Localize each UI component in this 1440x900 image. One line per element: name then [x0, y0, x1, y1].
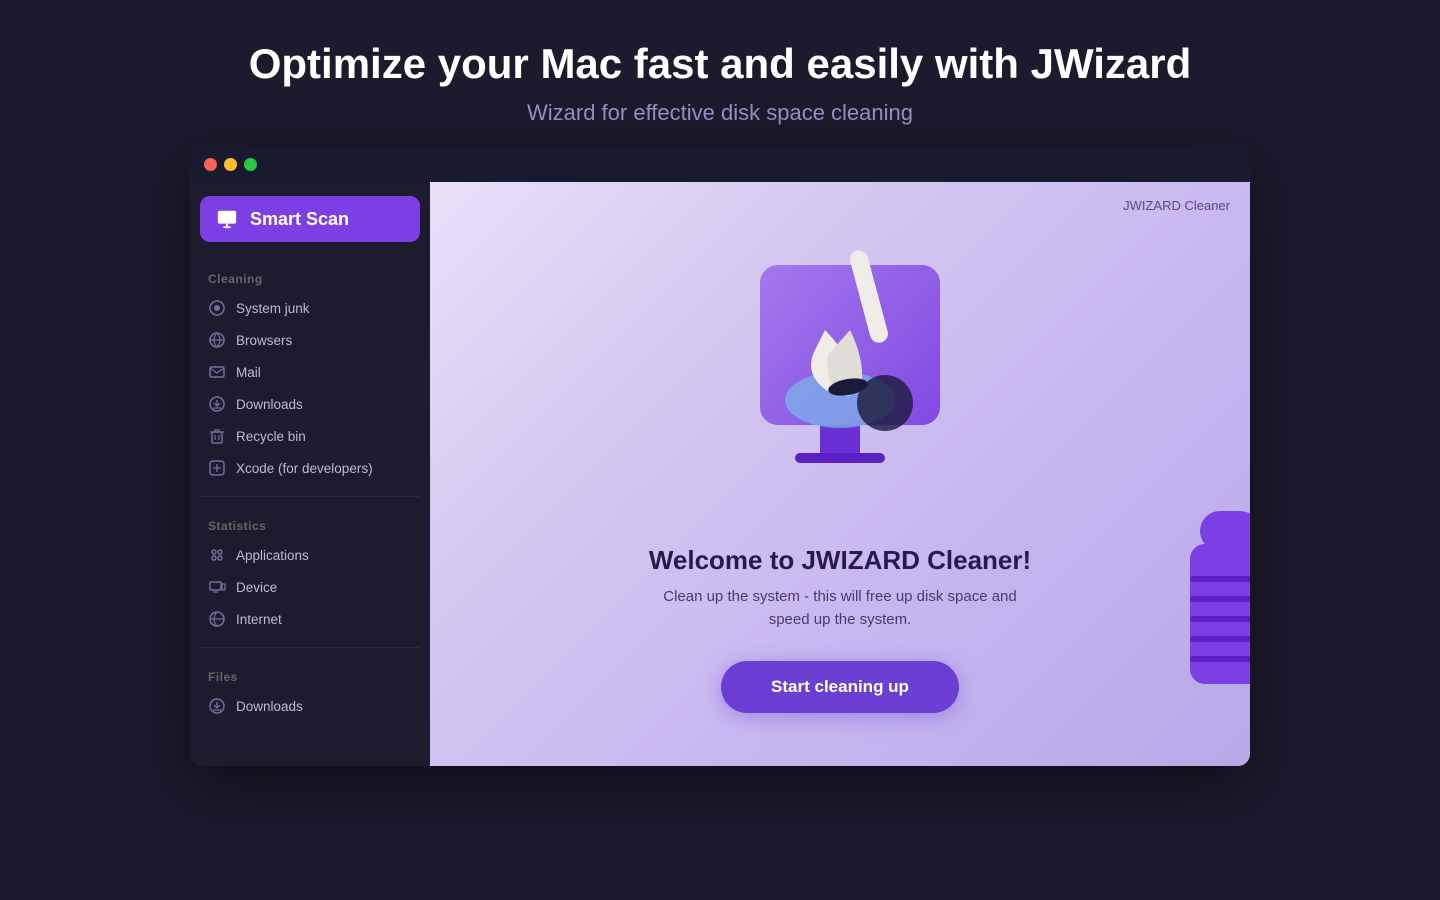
welcome-title: Welcome to JWIZARD Cleaner! — [649, 545, 1031, 576]
applications-label: Applications — [236, 548, 309, 563]
mail-icon — [208, 363, 226, 381]
xcode-label: Xcode (for developers) — [236, 461, 373, 476]
section-files-label: Files — [208, 670, 412, 684]
close-button[interactable] — [204, 158, 217, 171]
thumbs-up-icon — [1180, 506, 1250, 706]
sidebar-item-mail[interactable]: Mail — [200, 356, 420, 388]
smart-scan-button[interactable]: Smart Scan — [200, 196, 420, 242]
monitor-icon — [216, 208, 238, 230]
sidebar-item-browsers[interactable]: Browsers — [200, 324, 420, 356]
sidebar-item-system-junk[interactable]: System junk — [200, 292, 420, 324]
sidebar-item-device[interactable]: Device — [200, 571, 420, 603]
downloads-label: Downloads — [236, 397, 303, 412]
cleaner-illustration — [700, 235, 980, 515]
xcode-icon — [208, 459, 226, 477]
smart-scan-label: Smart Scan — [250, 209, 349, 230]
app-body: Smart Scan Cleaning System junk Browsers — [190, 182, 1250, 766]
applications-icon — [208, 546, 226, 564]
internet-label: Internet — [236, 612, 282, 627]
page-header: Optimize your Mac fast and easily with J… — [229, 0, 1212, 146]
divider-2 — [200, 647, 420, 648]
mail-label: Mail — [236, 365, 261, 380]
internet-icon — [208, 610, 226, 628]
app-name-label: JWIZARD Cleaner — [1123, 198, 1230, 213]
browsers-label: Browsers — [236, 333, 292, 348]
monitor-illustration — [700, 235, 980, 515]
system-junk-icon — [208, 299, 226, 317]
maximize-button[interactable] — [244, 158, 257, 171]
downloads-icon — [208, 395, 226, 413]
minimize-button[interactable] — [224, 158, 237, 171]
page-title: Optimize your Mac fast and easily with J… — [249, 40, 1192, 88]
sidebar-item-downloads[interactable]: Downloads — [200, 388, 420, 420]
device-label: Device — [236, 580, 277, 595]
browsers-icon — [208, 331, 226, 349]
start-cleaning-button[interactable]: Start cleaning up — [721, 661, 959, 713]
traffic-lights — [204, 158, 257, 171]
thumbs-decoration — [1180, 506, 1250, 686]
page-subtitle: Wizard for effective disk space cleaning — [249, 100, 1192, 126]
section-statistics-label: Statistics — [208, 519, 412, 533]
app-window: Smart Scan Cleaning System junk Browsers — [190, 146, 1250, 766]
files-downloads-label: Downloads — [236, 699, 303, 714]
divider-1 — [200, 496, 420, 497]
sidebar-item-recycle-bin[interactable]: Recycle bin — [200, 420, 420, 452]
trash-icon — [208, 427, 226, 445]
device-icon — [208, 578, 226, 596]
welcome-section: Welcome to JWIZARD Cleaner! Clean up the… — [649, 545, 1031, 631]
main-content: JWIZARD Cleaner — [430, 182, 1250, 766]
sidebar-item-applications[interactable]: Applications — [200, 539, 420, 571]
sidebar-item-files-downloads[interactable]: Downloads — [200, 690, 420, 722]
welcome-description: Clean up the system - this will free up … — [649, 586, 1031, 631]
titlebar — [190, 146, 1250, 182]
sidebar-item-internet[interactable]: Internet — [200, 603, 420, 635]
section-cleaning-label: Cleaning — [208, 272, 412, 286]
files-download-icon — [208, 697, 226, 715]
sidebar: Smart Scan Cleaning System junk Browsers — [190, 182, 430, 766]
sidebar-item-xcode[interactable]: Xcode (for developers) — [200, 452, 420, 484]
recycle-bin-label: Recycle bin — [236, 429, 306, 444]
system-junk-label: System junk — [236, 301, 310, 316]
